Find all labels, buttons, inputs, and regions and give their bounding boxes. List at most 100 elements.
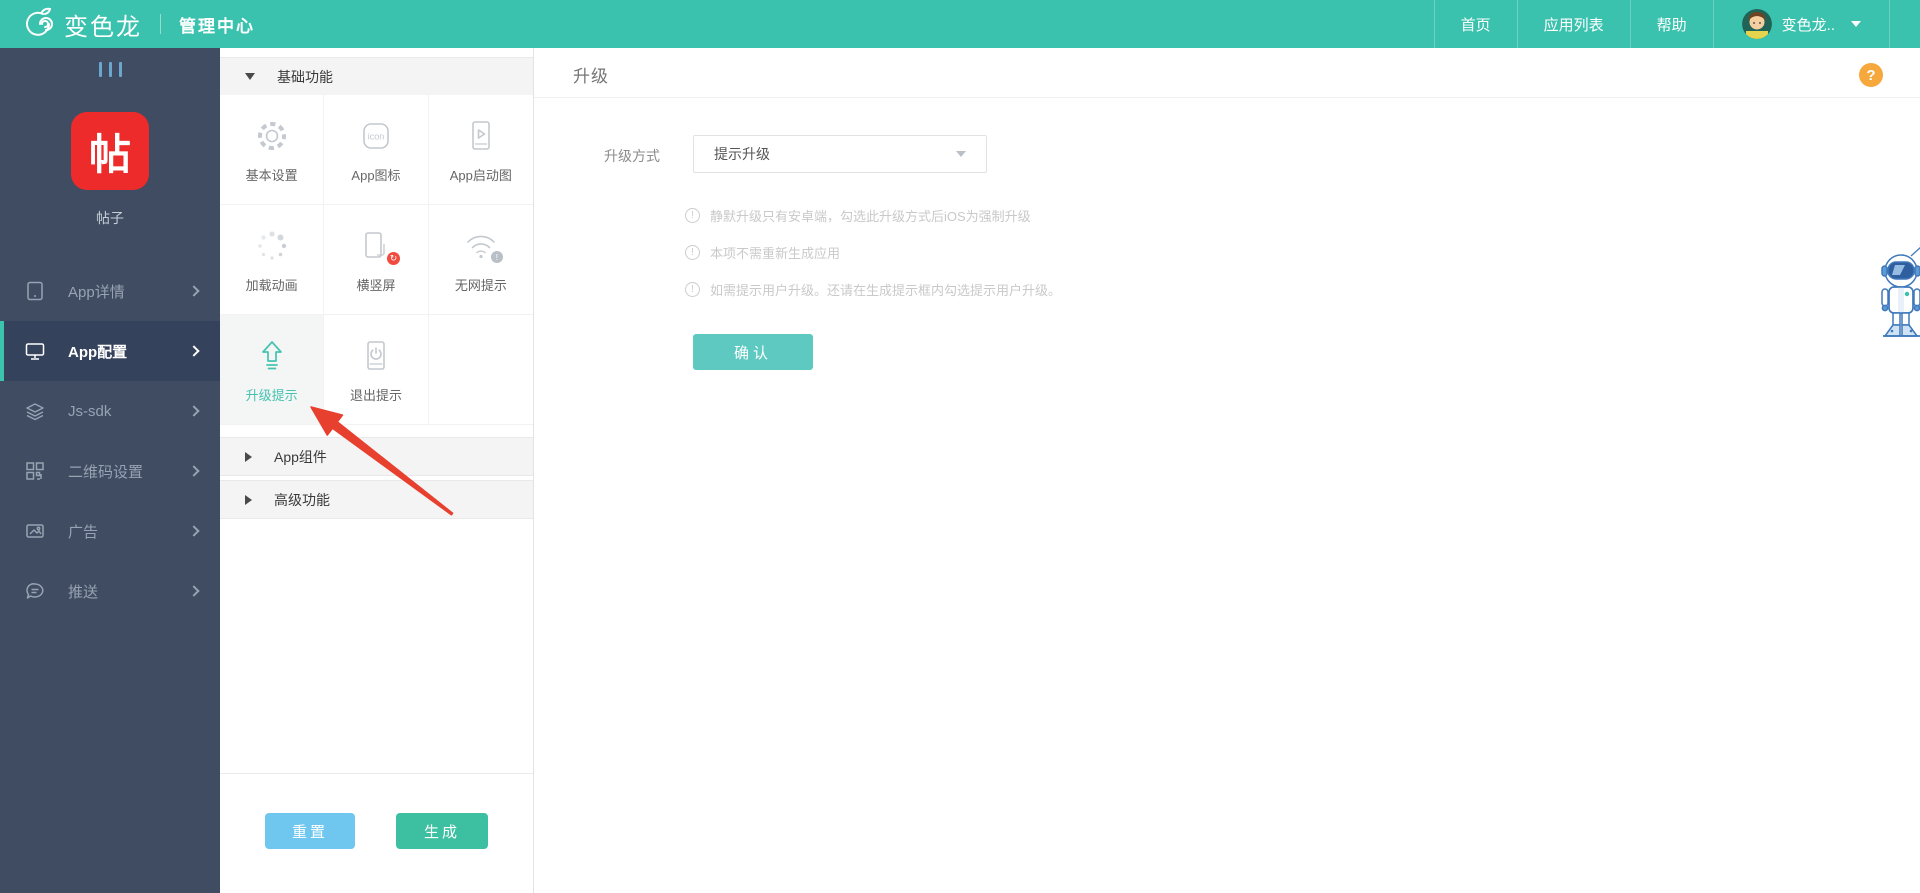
launch-screen-icon (462, 115, 500, 157)
sidebar-item-app-detail[interactable]: App详情 (0, 261, 220, 321)
tablet-icon (27, 281, 43, 301)
upgrade-arrow-icon (253, 335, 291, 377)
screen-rotate-icon: ↻ (357, 225, 400, 267)
sidebar-menu: App详情 App配置 Js-sdk 二维码设置 广告 推送 (0, 261, 220, 621)
note-row: ! 如需提示用户升级。还请在生成提示框内勾选提示用户升级。 (685, 280, 1061, 299)
svg-text:icon: icon (368, 132, 385, 142)
user-name: 变色龙.. (1781, 16, 1835, 34)
alert-badge: ! (490, 251, 503, 263)
note-row: ! 本项不需重新生成应用 (685, 243, 840, 262)
header-end-pad (1890, 0, 1920, 48)
panel-divider (220, 773, 533, 774)
sidebar: 帖 帖子 App详情 App配置 Js-sdk 二维码设置 广告 推送 (0, 48, 220, 893)
sidebar-item-label: Js-sdk (68, 402, 112, 420)
sidebar-item-js-sdk[interactable]: Js-sdk (0, 381, 220, 441)
note-text: 静默升级只有安卓端，勾选此升级方式后iOS为强制升级 (710, 209, 1031, 224)
section-basic-features[interactable]: 基础功能 (220, 57, 533, 96)
chevron-right-icon (188, 465, 200, 477)
triangle-right-icon (245, 494, 252, 505)
feature-label: 无网提示 (454, 278, 507, 293)
page-title: 升级 (573, 67, 609, 86)
no-network-icon: ! (462, 225, 503, 267)
info-icon: ! (685, 282, 700, 297)
caret-down-icon (956, 151, 966, 157)
top-header: 变色龙 管理中心 首页 应用列表 帮助 变色龙.. (0, 0, 1920, 48)
section-label: 高级功能 (274, 491, 330, 508)
info-icon: ! (685, 245, 700, 260)
exit-power-icon (357, 335, 395, 377)
feature-label: 基本设置 (245, 168, 298, 183)
header-nav: 首页 应用列表 帮助 变色龙.. (1433, 0, 1920, 48)
feature-screen-orientation[interactable]: ↻ 横竖屏 (324, 205, 429, 315)
chat-bubble-icon (26, 583, 44, 599)
feature-basic-settings[interactable]: 基本设置 (220, 95, 325, 205)
feature-cell-empty (428, 315, 533, 425)
sidebar-item-push[interactable]: 推送 (0, 561, 220, 621)
chevron-right-icon (188, 525, 200, 537)
upgrade-mode-label: 升级方式 (604, 148, 660, 164)
feature-loading-animation[interactable]: 加载动画 (220, 205, 325, 315)
chevron-right-icon (188, 405, 200, 417)
feature-label: 加载动画 (245, 278, 298, 293)
brand-block[interactable]: 变色龙 (0, 7, 142, 42)
sidebar-item-label: 推送 (68, 583, 99, 601)
feature-label: 横竖屏 (356, 278, 396, 293)
feature-panel: 基础功能 基本设置 icon App图标 App启动图 加载动画 ↻ 横竖屏 !… (220, 48, 534, 893)
nav-help[interactable]: 帮助 (1629, 0, 1713, 48)
app-initial: 帖 (88, 130, 131, 178)
user-avatar (1741, 9, 1772, 39)
astronaut-mascot (1873, 240, 1920, 350)
sidebar-item-app-config[interactable]: App配置 (0, 321, 220, 381)
app-icon-icon: icon (357, 115, 395, 157)
nav-app-list[interactable]: 应用列表 (1516, 0, 1630, 48)
collapse-menu-icon[interactable] (0, 62, 220, 77)
sidebar-item-qr-settings[interactable]: 二维码设置 (0, 441, 220, 501)
sidebar-item-ads[interactable]: 广告 (0, 501, 220, 561)
sidebar-item-label: 广告 (68, 523, 99, 541)
note-text: 本项不需重新生成应用 (710, 246, 841, 261)
upgrade-mode-select[interactable]: 提示升级 (693, 135, 987, 173)
triangle-right-icon (245, 451, 252, 462)
main-content: 升级 ? 升级方式 提示升级 ! 静默升级只有安卓端，勾选此升级方式后iOS为强… (534, 48, 1920, 893)
feature-launch-screen[interactable]: App启动图 (428, 95, 533, 205)
layers-icon (26, 403, 44, 421)
user-menu[interactable]: 变色龙.. (1712, 0, 1890, 48)
confirm-button[interactable]: 确认 (693, 334, 813, 370)
feature-label: App启动图 (449, 168, 512, 183)
feature-app-icon[interactable]: icon App图标 (324, 95, 429, 205)
reset-button[interactable]: 重置 (265, 813, 355, 849)
gear-icon (253, 115, 291, 157)
loading-spinner-icon (253, 225, 291, 267)
section-label: 基础功能 (277, 68, 333, 85)
monitor-icon (25, 343, 45, 360)
triangle-down-icon (245, 73, 255, 80)
select-value: 提示升级 (714, 146, 770, 162)
info-icon: ! (685, 208, 700, 223)
page: 变色龙 管理中心 首页 应用列表 帮助 变色龙.. 帖 帖子 App详情 App… (0, 0, 1920, 893)
chameleon-logo-icon (20, 7, 56, 42)
feature-label: 退出提示 (349, 388, 402, 403)
feature-upgrade-prompt[interactable]: 升级提示 (220, 315, 325, 425)
note-row: ! 静默升级只有安卓端，勾选此升级方式后iOS为强制升级 (685, 206, 1031, 225)
sidebar-item-label: App详情 (68, 283, 125, 301)
feature-no-network[interactable]: ! 无网提示 (428, 205, 533, 315)
chevron-right-icon (188, 345, 200, 357)
app-badge[interactable]: 帖 (71, 112, 149, 190)
help-icon[interactable]: ? (1859, 63, 1883, 87)
section-app-components[interactable]: App组件 (220, 437, 533, 476)
generate-button[interactable]: 生成 (396, 813, 488, 849)
brand-name: 变色龙 (64, 13, 142, 41)
feature-exit-prompt[interactable]: 退出提示 (324, 315, 429, 425)
feature-label: 升级提示 (245, 388, 298, 403)
note-text: 如需提示用户升级。还请在生成提示框内勾选提示用户升级。 (710, 283, 1062, 298)
app-name: 帖子 (96, 210, 124, 226)
section-advanced-features[interactable]: 高级功能 (220, 480, 533, 519)
sidebar-item-label: App配置 (68, 343, 128, 361)
feature-grid: 基本设置 icon App图标 App启动图 加载动画 ↻ 横竖屏 ! 无网提示… (220, 95, 533, 425)
sidebar-item-label: 二维码设置 (68, 463, 144, 481)
section-label: App组件 (274, 448, 327, 465)
rotate-badge: ↻ (386, 252, 400, 265)
header-divider (160, 14, 161, 34)
chevron-down-icon (1851, 21, 1861, 27)
nav-home[interactable]: 首页 (1433, 0, 1517, 48)
